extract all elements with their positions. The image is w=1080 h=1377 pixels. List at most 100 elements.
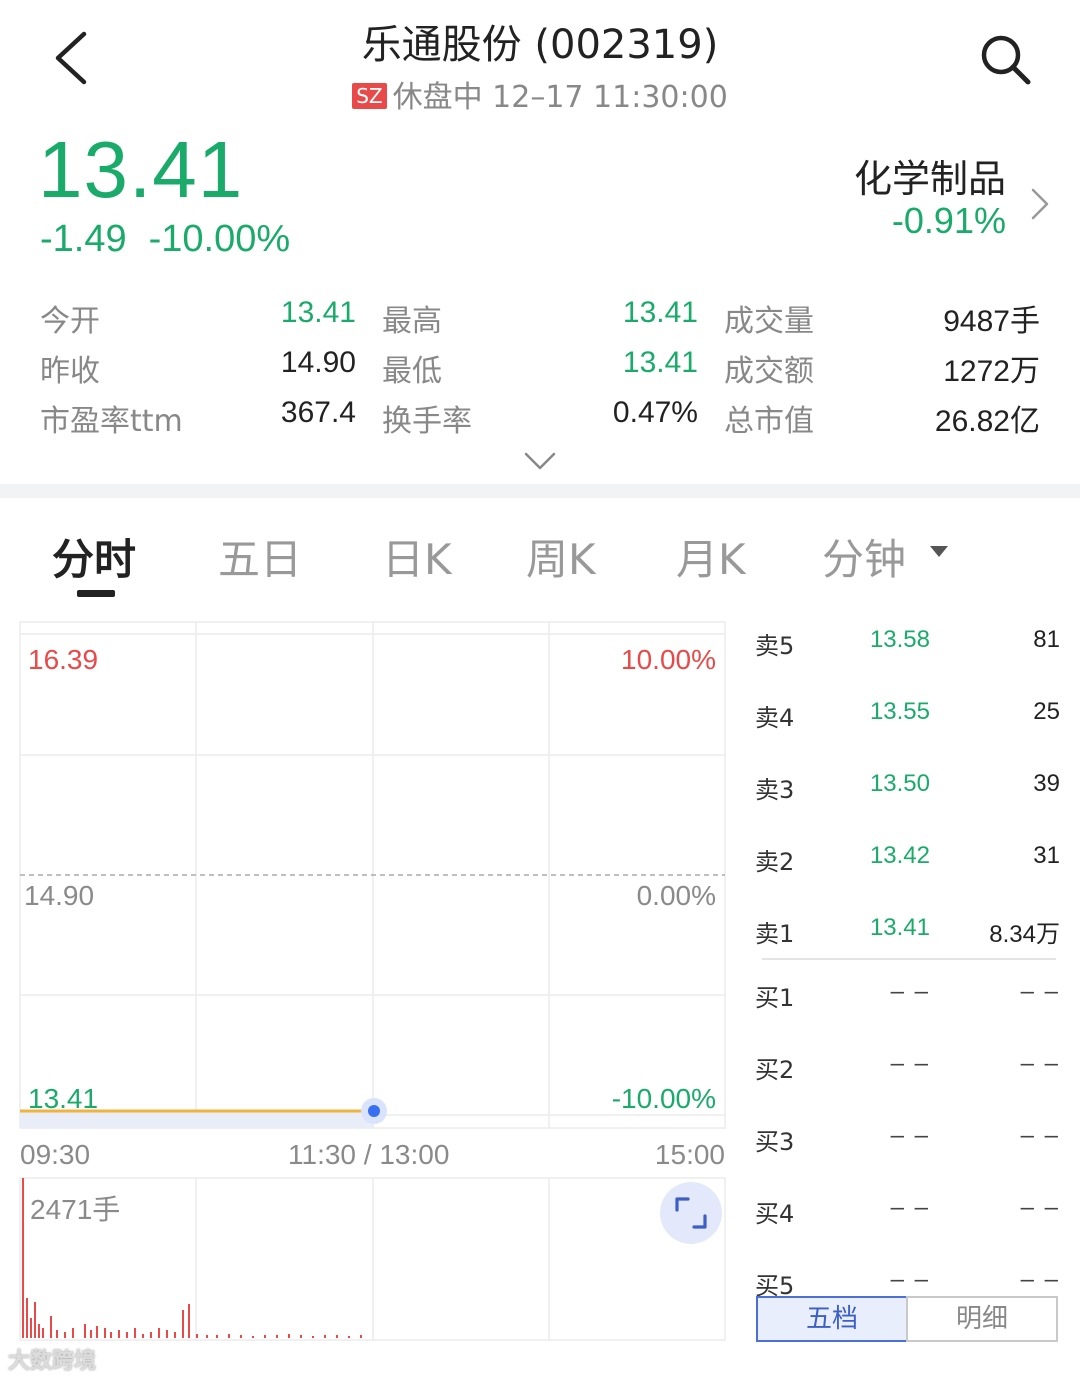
bid-4-label: 买4 — [755, 1200, 795, 1228]
axis-price-low: 13.41 — [28, 1083, 99, 1114]
bid-1-volume: – – — [1020, 978, 1060, 1005]
stat-value-prev-close: 14.90 — [280, 346, 356, 379]
volume-bar — [240, 1335, 242, 1338]
volume-bar — [228, 1334, 230, 1338]
volume-bar — [336, 1335, 338, 1338]
chevron-right-icon[interactable] — [1028, 186, 1052, 222]
stock-title: 乐通股份 (002319) — [361, 22, 719, 68]
axis-price-prev: 14.90 — [24, 880, 95, 911]
volume-bar — [264, 1335, 266, 1338]
fullscreen-icon — [675, 1197, 707, 1229]
volume-bar — [166, 1330, 168, 1338]
stat-label-low: 最低 — [382, 354, 442, 389]
stat-label-pe: 市盈率ttm — [40, 404, 183, 439]
ask-5-price: 13.58 — [869, 626, 930, 653]
volume-bar — [288, 1334, 290, 1338]
volume-bar — [324, 1335, 326, 1338]
stat-value-volume: 9487手 — [943, 305, 1040, 338]
volume-bar — [252, 1336, 254, 1338]
volume-bar — [126, 1332, 128, 1338]
volume-bar — [118, 1330, 120, 1338]
volume-bar — [174, 1332, 176, 1338]
tab-order-depth[interactable]: 五档 — [756, 1296, 908, 1342]
volume-bar — [90, 1330, 92, 1338]
volume-bar — [206, 1335, 208, 1338]
volume-grid — [19, 1177, 726, 1341]
bid-4-price: – – — [890, 1194, 930, 1221]
order-book-divider — [762, 958, 1056, 960]
stat-label-market-cap: 总市值 — [724, 404, 814, 439]
stat-value-turnover-amount: 1272万 — [943, 355, 1040, 388]
tab-five-day[interactable]: 五日 — [218, 526, 302, 587]
volume-bar — [56, 1330, 58, 1338]
volume-bar — [38, 1324, 40, 1338]
volume-bar — [84, 1324, 86, 1338]
tab-daily-k[interactable]: 日K — [382, 526, 452, 587]
intraday-chart[interactable] — [0, 610, 740, 1350]
bid-1-price: – – — [890, 978, 930, 1005]
stat-value-pe: 367.4 — [280, 396, 356, 429]
stat-label-high: 最高 — [382, 304, 442, 339]
tab-active-indicator — [77, 590, 115, 597]
ask-5-label: 卖5 — [755, 632, 795, 660]
volume-bar — [30, 1318, 32, 1338]
volume-bar — [182, 1310, 184, 1338]
market-status: SZ 休盘中 12–17 11:30:00 — [0, 72, 1080, 116]
volume-bar — [360, 1335, 362, 1338]
axis-time-mid: 11:30 / 13:00 — [288, 1139, 450, 1170]
stat-value-market-cap: 26.82亿 — [934, 405, 1040, 438]
volume-bar — [188, 1304, 190, 1338]
sector-change[interactable]: -0.91% — [892, 200, 1006, 242]
bid-2-price: – – — [890, 1050, 930, 1077]
ask-2-price: 13.42 — [869, 842, 930, 869]
search-icon[interactable] — [978, 32, 1034, 88]
current-point — [368, 1105, 380, 1117]
volume-bar — [72, 1328, 74, 1338]
volume-bar — [110, 1332, 112, 1338]
stat-value-low: 13.41 — [622, 346, 698, 379]
bid-2-label: 买2 — [755, 1056, 795, 1084]
ask-5-volume: 81 — [1033, 626, 1060, 653]
bid-5-volume: – – — [1020, 1266, 1060, 1293]
bid-2-volume: – – — [1020, 1050, 1060, 1077]
volume-bar — [104, 1328, 106, 1338]
volume-bar — [216, 1335, 218, 1338]
watermark: 大数跨境 — [8, 1349, 97, 1374]
tab-intraday[interactable]: 分时 — [52, 526, 136, 587]
tab-monthly-k[interactable]: 月K — [676, 526, 746, 587]
bid-3-price: – – — [890, 1122, 930, 1149]
ask-2-volume: 31 — [1033, 842, 1060, 869]
fullscreen-button[interactable] — [660, 1182, 722, 1244]
axis-pct-high: 10.00% — [621, 644, 716, 675]
volume-bar — [26, 1298, 28, 1338]
volume-bar — [22, 1178, 24, 1338]
sector-name[interactable]: 化学制品 — [854, 148, 1006, 203]
volume-bar — [42, 1328, 44, 1338]
dropdown-caret-icon[interactable] — [930, 546, 948, 557]
volume-bar — [150, 1332, 152, 1338]
section-divider — [0, 484, 1080, 498]
ask-2-label: 卖2 — [755, 848, 795, 876]
ask-1-volume: 8.34万 — [989, 921, 1060, 948]
stat-label-open: 今开 — [40, 304, 100, 339]
stat-label-turnover-rate: 换手率 — [382, 404, 472, 439]
axis-pct-prev: 0.00% — [636, 880, 716, 911]
volume-bar — [348, 1336, 350, 1338]
price-change: -1.49 -10.00% — [40, 218, 290, 261]
volume-bar — [300, 1335, 302, 1338]
tab-trade-detail[interactable]: 明细 — [906, 1296, 1058, 1342]
volume-bar — [134, 1328, 136, 1338]
volume-bar — [34, 1302, 36, 1338]
ask-3-price: 13.50 — [869, 770, 930, 797]
volume-max-label: 2471手 — [30, 1194, 121, 1225]
chevron-down-icon[interactable] — [522, 448, 558, 474]
ask-1-label: 卖1 — [755, 920, 795, 948]
bid-3-label: 买3 — [755, 1128, 795, 1156]
tab-weekly-k[interactable]: 周K — [526, 526, 596, 587]
tab-minute[interactable]: 分钟 — [822, 526, 906, 587]
ask-4-label: 卖4 — [755, 704, 795, 732]
market-badge: SZ — [352, 83, 387, 109]
ask-3-volume: 39 — [1033, 770, 1060, 797]
ask-4-price: 13.55 — [869, 698, 930, 725]
stat-value-turnover-rate: 0.47% — [612, 396, 698, 429]
